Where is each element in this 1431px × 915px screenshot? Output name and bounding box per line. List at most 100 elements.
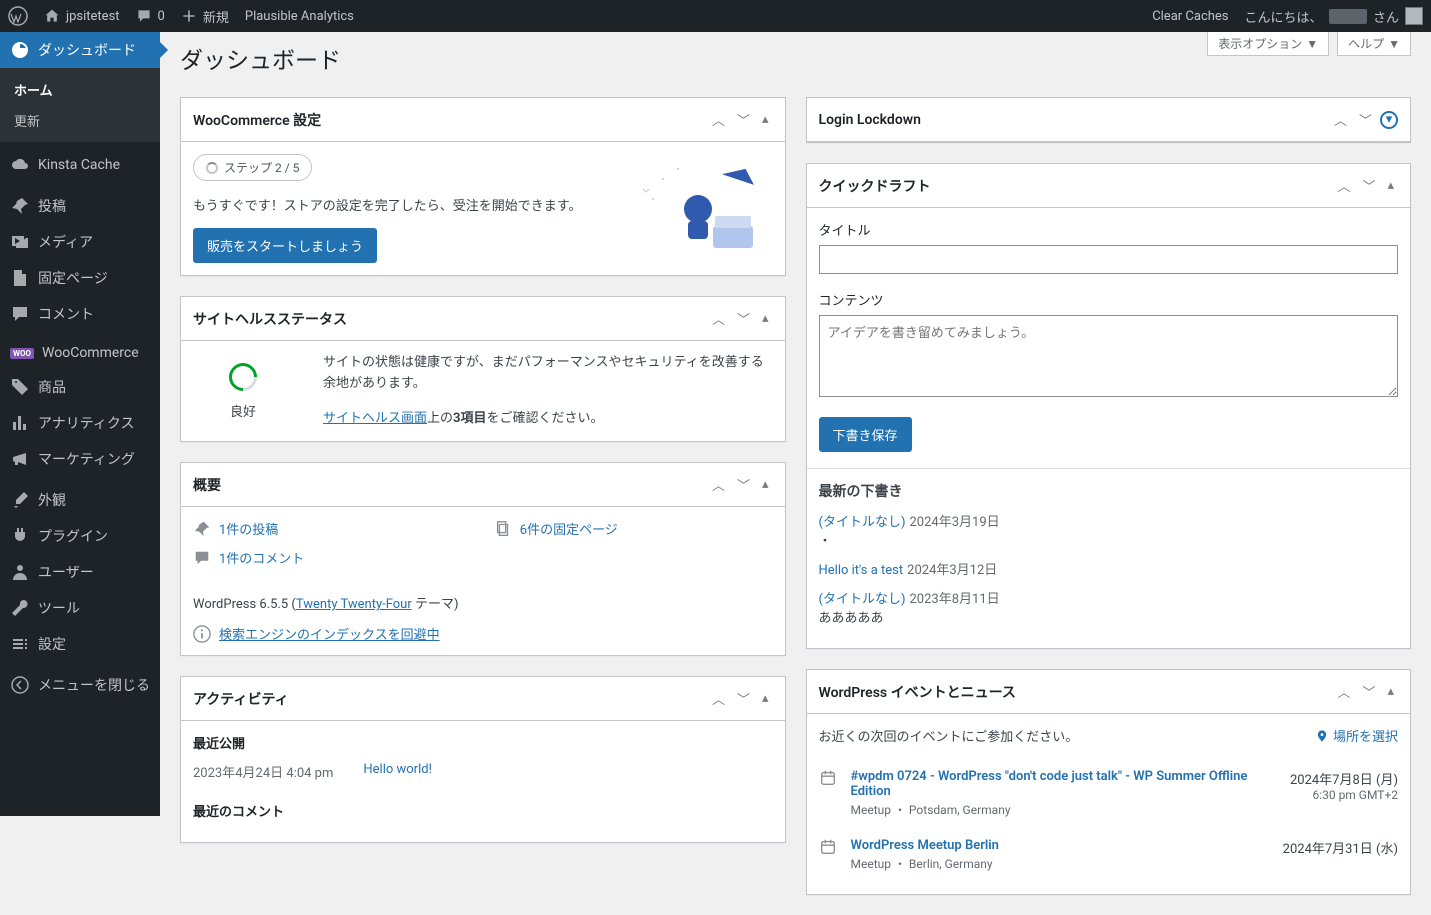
menu-plugins[interactable]: プラグイン (0, 518, 160, 554)
activity-row: 2023年4月24日 4:04 pm Hello world! (193, 762, 773, 781)
menu-appearance[interactable]: 外観 (0, 482, 160, 518)
toggle-icon[interactable]: ▴ (1383, 684, 1398, 699)
menu-woocommerce[interactable]: WOOWooCommerce (0, 337, 160, 369)
at-a-glance-widget: 概要 ︿﹀▴ 1件の投稿 6件の固定ページ 1件のコメント WordPress … (180, 462, 786, 656)
move-up-icon[interactable]: ︿ (1330, 110, 1351, 129)
draft-content-textarea[interactable] (819, 315, 1399, 397)
recent-published-heading: 最近公開 (193, 733, 773, 752)
activity-widget: アクティビティ ︿﹀▴ 最近公開 2023年4月24日 4:04 pm Hell… (180, 676, 786, 843)
draft-link[interactable]: (タイトルなし) (819, 515, 906, 530)
analytics-icon (10, 413, 30, 433)
glance-pages[interactable]: 6件の固定ページ (494, 519, 755, 538)
menu-media[interactable]: メディア (0, 224, 160, 260)
username-redacted: ——— (1329, 9, 1367, 24)
move-up-icon[interactable]: ︿ (708, 110, 729, 129)
media-icon (10, 232, 30, 252)
event-link[interactable]: WordPress Meetup Berlin (851, 838, 999, 853)
toggle-icon[interactable]: ▴ (758, 112, 773, 127)
wp-logo[interactable] (0, 0, 36, 32)
woo-setup-widget: WooCommerce 設定 ︿ ﹀ ▴ ステップ 2 / 5 もうすぐです！ス… (180, 97, 786, 276)
help-button[interactable]: ヘルプ ▼ (1337, 32, 1411, 56)
plausible-link[interactable]: Plausible Analytics (237, 0, 362, 32)
draft-item: (タイトルなし)2024年3月19日・ (819, 511, 1399, 549)
select-location-link[interactable]: 場所を選択 (1315, 726, 1398, 745)
search-engines-link[interactable]: 検索エンジンのインデックスを回避中 (219, 624, 440, 643)
woo-setup-title: WooCommerce 設定 (193, 110, 321, 130)
site-health-widget: サイトヘルスステータス ︿﹀▴ 良好 サイトの状態は健康ですが、まだパフォーマン… (180, 296, 786, 442)
new-content-link[interactable]: 新規 (173, 0, 237, 32)
menu-comments[interactable]: コメント (0, 296, 160, 332)
draft-title-input[interactable] (819, 245, 1399, 274)
health-gauge: 良好 (193, 363, 293, 420)
woo-setup-desc: もうすぐです！ストアの設定を完了したら、受注を開始できます。 (193, 195, 603, 214)
menu-tools[interactable]: ツール (0, 590, 160, 626)
start-selling-button[interactable]: 販売をスタートしましょう (193, 228, 377, 263)
calendar-icon (819, 838, 837, 856)
clear-caches-link[interactable]: Clear Caches (1144, 0, 1236, 32)
event-link[interactable]: #wpdm 0724 - WordPress "don't code just … (851, 769, 1248, 799)
recent-drafts-heading: 最新の下書き (819, 481, 1399, 501)
theme-link[interactable]: Twenty Twenty-Four (296, 597, 412, 612)
login-lockdown-title: Login Lockdown (819, 112, 921, 128)
wrench-icon (10, 598, 30, 618)
brush-icon (10, 490, 30, 510)
move-down-icon[interactable]: ﹀ (1358, 682, 1379, 701)
draft-item: Hello it's a test2024年3月12日 (819, 559, 1399, 578)
site-health-link[interactable]: サイトヘルス画面 (323, 411, 427, 426)
menu-users[interactable]: ユーザー (0, 554, 160, 590)
health-status-label: 良好 (193, 401, 293, 420)
submenu-updates[interactable]: 更新 (0, 105, 160, 136)
move-down-icon[interactable]: ﹀ (1355, 110, 1376, 129)
move-down-icon[interactable]: ﹀ (733, 309, 754, 328)
glance-comments[interactable]: 1件のコメント (193, 548, 454, 567)
screen-options-button[interactable]: 表示オプション ▼ (1207, 32, 1329, 56)
plus-icon (181, 8, 197, 24)
draft-link[interactable]: Hello it's a test (819, 563, 904, 578)
calendar-icon (819, 769, 837, 787)
move-up-icon[interactable]: ︿ (708, 309, 729, 328)
draft-content-label: コンテンツ (819, 290, 1399, 309)
draft-link[interactable]: (タイトルなし) (819, 592, 906, 607)
toggle-icon[interactable]: ▴ (758, 477, 773, 492)
toggle-icon[interactable]: ▴ (1383, 178, 1398, 193)
menu-products[interactable]: 商品 (0, 369, 160, 405)
menu-marketing[interactable]: マーケティング (0, 441, 160, 477)
site-name-link[interactable]: jpsitetest (36, 0, 128, 32)
my-account[interactable]: こんにちは、———さん (1237, 0, 1431, 32)
health-action: サイトヘルス画面上の3項目をご確認ください。 (323, 409, 773, 430)
comment-icon (136, 8, 152, 24)
events-widget: WordPress イベントとニュース ︿﹀▴ お近くの次回のイベントにご参加く… (806, 669, 1412, 895)
menu-settings[interactable]: 設定 (0, 626, 160, 662)
move-down-icon[interactable]: ﹀ (733, 110, 754, 129)
menu-kinsta[interactable]: Kinsta Cache (0, 147, 160, 183)
comments-link[interactable]: 0 (128, 0, 173, 32)
toggle-icon[interactable]: ▴ (758, 311, 773, 326)
collapse-icon (10, 675, 30, 695)
glance-posts[interactable]: 1件の投稿 (193, 519, 454, 538)
menu-dashboard[interactable]: ダッシュボード (0, 32, 160, 68)
event-item: #wpdm 0724 - WordPress "don't code just … (819, 759, 1399, 828)
health-desc: サイトの状態は健康ですが、まだパフォーマンスやセキュリティを改善する余地がありま… (323, 353, 773, 395)
save-draft-button[interactable]: 下書き保存 (819, 417, 912, 452)
menu-collapse[interactable]: メニューを閉じる (0, 667, 160, 703)
recent-comments-heading: 最近のコメント (193, 801, 773, 820)
move-down-icon[interactable]: ﹀ (1358, 176, 1379, 195)
woo-illustration (623, 154, 773, 254)
quick-draft-widget: クイックドラフト ︿﹀▴ タイトル コンテンツ 下書き保存 (806, 163, 1412, 649)
move-down-icon[interactable]: ﹀ (733, 689, 754, 708)
move-down-icon[interactable]: ﹀ (733, 475, 754, 494)
move-up-icon[interactable]: ︿ (1333, 682, 1354, 701)
menu-pages[interactable]: 固定ページ (0, 260, 160, 296)
menu-analytics[interactable]: アナリティクス (0, 405, 160, 441)
activity-post-link[interactable]: Hello world! (363, 762, 432, 781)
move-up-icon[interactable]: ︿ (1333, 176, 1354, 195)
submenu-home[interactable]: ホーム (0, 74, 160, 105)
cloud-icon (10, 155, 30, 175)
page-icon (10, 268, 30, 288)
menu-posts[interactable]: 投稿 (0, 188, 160, 224)
megaphone-icon (10, 449, 30, 469)
toggle-icon[interactable]: ▾ (1380, 111, 1398, 129)
toggle-icon[interactable]: ▴ (758, 691, 773, 706)
move-up-icon[interactable]: ︿ (708, 475, 729, 494)
move-up-icon[interactable]: ︿ (708, 689, 729, 708)
